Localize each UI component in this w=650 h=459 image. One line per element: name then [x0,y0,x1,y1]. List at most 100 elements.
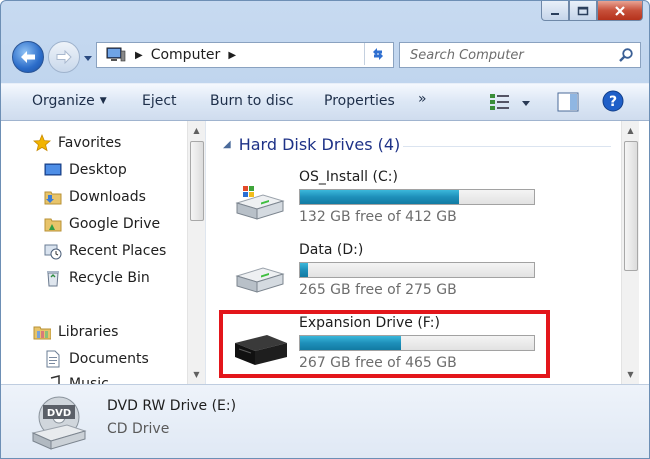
drive-name: Data (D:) [299,242,364,258]
explorer-window: ▶ Computer ▶ Organize ▼ Eject Burn to dis… [0,0,650,459]
sidebar-item-recycle-bin[interactable]: Recycle Bin [44,267,150,289]
address-bar[interactable]: ▶ Computer ▶ [96,42,394,68]
search-input[interactable] [408,46,612,64]
scrollbar-thumb[interactable] [190,141,204,221]
desktop-icon [44,163,62,176]
dvd-drive-icon: DVD [31,396,87,450]
window-controls [541,1,643,21]
sidebar-item-label: Recent Places [69,243,167,259]
scroll-up-icon[interactable]: ▲ [622,123,639,138]
back-arrow-icon [21,51,35,63]
help-icon: ? [602,90,624,112]
svg-text:DVD: DVD [47,408,71,419]
drive-usage-fill [300,190,460,204]
back-button[interactable] [12,41,44,73]
search-box[interactable] [399,42,641,68]
drive-item[interactable]: OS_Install (C:) 132 GB free of 412 GB [207,169,621,235]
documents-icon [46,350,60,368]
minimize-button[interactable] [541,1,569,21]
preview-pane-button[interactable] [557,92,579,116]
sidebar-item-label: Google Drive [69,216,161,232]
more-commands-button[interactable]: » [418,91,427,107]
svg-text:?: ? [609,94,617,110]
close-icon [615,5,625,16]
search-icon[interactable] [618,47,634,63]
libraries-icon [33,326,51,340]
breadcrumb-chevron-icon[interactable]: ▶ [228,50,236,61]
recent-pages-button[interactable] [83,51,93,67]
navigation-pane: Favorites Desktop Downloads Google Drive… [1,121,206,384]
drive-usage-fill [300,263,309,277]
close-button[interactable] [597,1,643,21]
chevron-down-icon [522,101,530,106]
refresh-icon [373,48,383,60]
burn-to-disc-button[interactable]: Burn to disc [210,93,294,109]
recycle-bin-icon [47,271,59,287]
sidebar-item-documents[interactable]: Documents [44,348,149,370]
refresh-button[interactable] [364,43,391,65]
star-icon [33,134,51,152]
drive-free-space: 132 GB free of 412 GB [299,209,457,225]
maximize-icon [577,6,589,15]
details-subtitle: CD Drive [107,421,170,437]
sidebar-item-favorites[interactable]: Favorites [33,132,121,154]
recent-places-icon [44,244,62,260]
details-pane: DVD DVD RW Drive (E:) CD Drive [1,384,649,458]
details-title: DVD RW Drive (E:) [107,398,237,414]
chevron-down-icon: ▼ [99,96,107,106]
view-dropdown-button[interactable] [521,96,531,112]
navigation-pane-scrollbar[interactable]: ▲ ▼ [187,121,205,384]
eject-button[interactable]: Eject [142,93,177,109]
sidebar-item-libraries[interactable]: Libraries [33,321,118,343]
sidebar-item-music[interactable]: Music [44,373,109,384]
navigation-bar: ▶ Computer ▶ [1,39,649,73]
drive-name: OS_Install (C:) [299,169,398,185]
help-button[interactable]: ? [602,90,624,116]
computer-icon [106,47,126,62]
drive-item[interactable]: Data (D:) 265 GB free of 275 GB [207,242,621,308]
properties-button[interactable]: Properties [324,93,395,109]
selection-highlight [219,310,550,378]
breadcrumb-separator-icon[interactable]: ▶ [135,50,143,61]
folder-down-icon [44,191,62,205]
scroll-down-icon[interactable]: ▼ [188,367,205,382]
sidebar-item-downloads[interactable]: Downloads [44,186,146,208]
drive-usage-bar [299,262,535,278]
breadcrumb-computer[interactable]: Computer [151,47,221,63]
sidebar-item-desktop[interactable]: Desktop [44,159,127,181]
drive-free-space: 265 GB free of 275 GB [299,282,457,298]
drive-usage-bar [299,189,535,205]
collapse-triangle-icon[interactable]: ◢ [223,139,231,150]
maximize-button[interactable] [569,1,597,21]
command-bar: Organize ▼ Eject Burn to disc Properties … [1,83,649,121]
sidebar-item-label: Downloads [69,189,146,205]
sidebar-item-label: Desktop [69,162,127,178]
chevron-down-icon [84,56,92,61]
sidebar-item-label: Documents [69,351,149,367]
scroll-down-icon[interactable]: ▼ [622,367,639,382]
group-divider [403,146,611,147]
organize-label: Organize [32,93,95,109]
sidebar-item-label: Favorites [58,135,122,151]
group-header-hard-disk-drives[interactable]: ◢ Hard Disk Drives (4) [223,135,400,154]
sidebar-item-label: Recycle Bin [69,270,150,286]
drives-pane-scrollbar[interactable]: ▲ ▼ [621,121,639,384]
forward-arrow-icon [56,50,72,64]
view-options-icon [490,94,509,110]
hard-drive-icon [235,267,285,293]
sidebar-item-google-drive[interactable]: Google Drive [44,213,160,235]
sidebar-item-label: Libraries [58,324,119,340]
music-icon [50,375,60,384]
group-title: Hard Disk Drives (4) [238,135,401,154]
forward-button[interactable] [48,41,80,73]
windows-drive-icon [235,186,285,220]
folder-icon [44,218,62,232]
scroll-up-icon[interactable]: ▲ [188,123,205,138]
preview-pane-icon [557,92,579,112]
sidebar-item-label: Music [69,376,109,384]
minimize-icon [551,12,559,15]
organize-button[interactable]: Organize ▼ [32,93,107,109]
change-view-button[interactable] [490,93,512,115]
scrollbar-thumb[interactable] [624,141,638,271]
sidebar-item-recent-places[interactable]: Recent Places [44,240,166,262]
